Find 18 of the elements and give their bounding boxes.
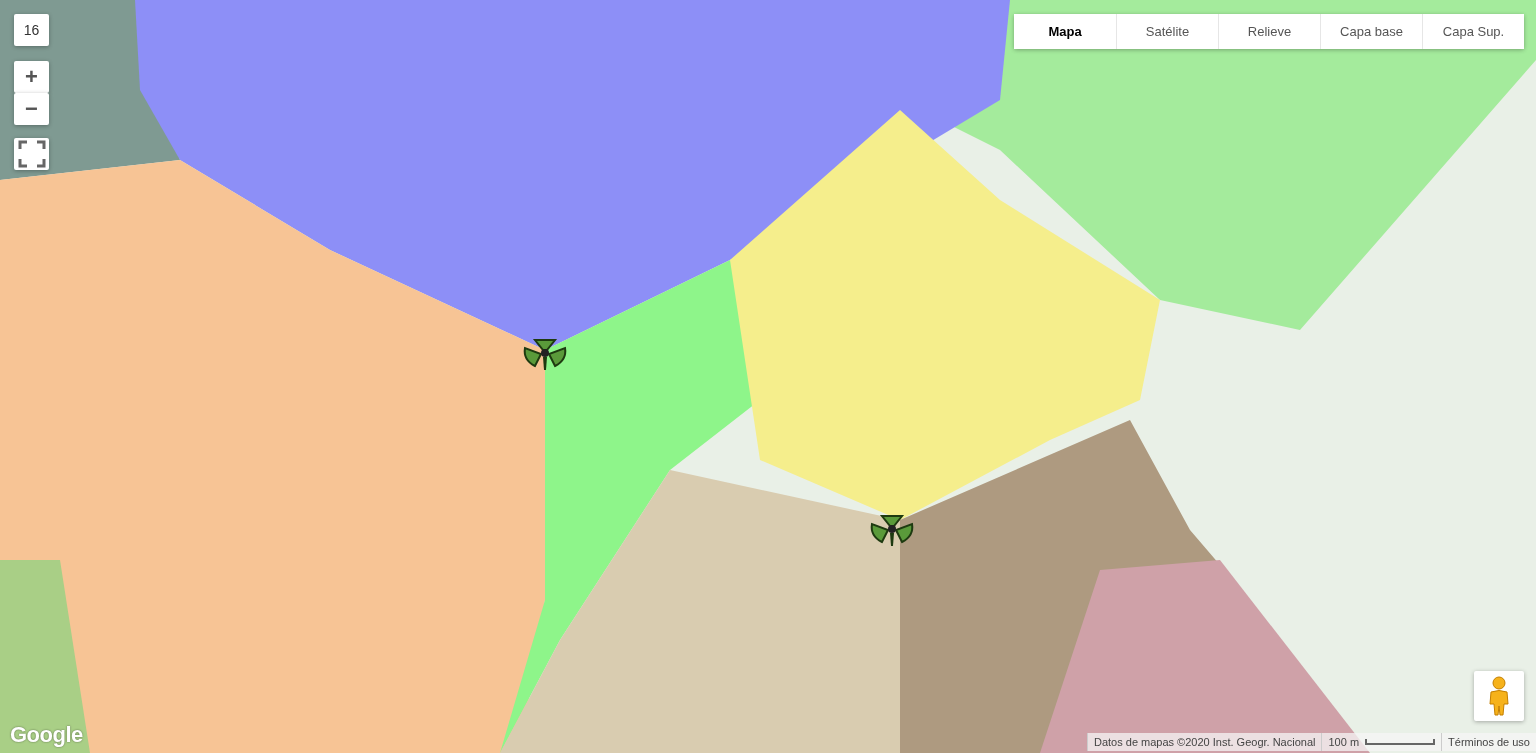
antenna-marker-icon[interactable] [521, 336, 569, 372]
map-type-tab[interactable]: Mapa [1014, 14, 1116, 49]
map-type-tab[interactable]: Capa base [1320, 14, 1422, 49]
street-view-button[interactable] [1474, 671, 1524, 721]
scale-bar: 100 m [1321, 733, 1442, 751]
zoom-level-label: 16 [14, 14, 49, 46]
fullscreen-icon [16, 139, 47, 169]
zoom-out-button[interactable]: − [14, 93, 49, 125]
map-type-tab[interactable]: Capa Sup. [1422, 14, 1524, 49]
map-type-tab[interactable]: Satélite [1116, 14, 1218, 49]
antenna-marker-icon[interactable] [868, 512, 916, 548]
map-logo: Google [10, 722, 83, 748]
zoom-in-button[interactable]: + [14, 61, 49, 93]
fullscreen-button[interactable] [14, 138, 49, 170]
pegman-icon [1488, 676, 1510, 716]
map-attribution: Datos de mapas ©2020 Inst. Geogr. Nacional [1086, 733, 1322, 751]
map-type-tab[interactable]: Relieve [1218, 14, 1320, 49]
terms-link[interactable]: Términos de uso [1441, 733, 1536, 751]
